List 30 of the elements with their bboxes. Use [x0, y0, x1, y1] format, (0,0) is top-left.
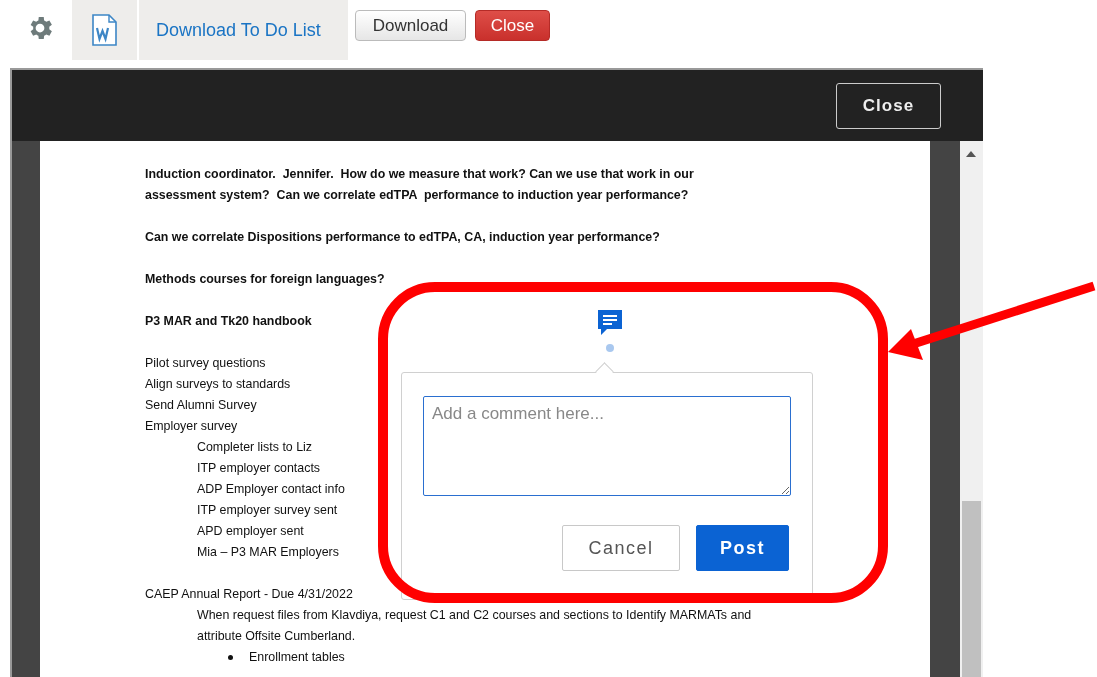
scroll-up-icon[interactable] — [966, 151, 976, 157]
close-button[interactable]: Close — [475, 10, 550, 41]
list-item: ADP Employer contact info — [197, 481, 345, 498]
anchor-dot — [606, 344, 614, 352]
download-button[interactable]: Download — [355, 10, 466, 41]
bullet-icon — [228, 655, 233, 660]
list-item: Enrollment tables — [249, 649, 345, 666]
list-item: ITP employer survey sent — [197, 502, 338, 519]
scrollbar[interactable] — [960, 141, 983, 677]
post-button[interactable]: Post — [696, 525, 789, 571]
close-button[interactable]: Close — [836, 82, 941, 129]
list-item: CAEP Annual Report - Due 4/31/2022 — [145, 586, 353, 603]
cancel-button[interactable]: Cancel — [562, 525, 680, 571]
list-item: ITP employer contacts — [197, 460, 321, 477]
paragraph: Can we correlate Dispositions performance to edTPA, CA, induction year performance? — [145, 229, 660, 246]
list-item: When request files from Klavdiya, request C1 and C2 courses and sections to Identify MARMATs and attribute Offsite Cumberland. — [197, 607, 753, 645]
list-item: Align surveys to standards — [145, 376, 291, 393]
list-item: Employer survey — [145, 418, 238, 435]
list-item: Completer lists to Liz — [197, 439, 312, 456]
list-item: Mia – P3 MAR Employers — [197, 544, 339, 561]
list-item: Pilot survey questions — [145, 355, 266, 372]
paragraph: Methods courses for foreign languages? — [145, 271, 385, 288]
paragraph: Induction coordinator. Jennifer. How do we measure that work? Can we use that work in our assessment system? Can we correlate edTPA performance to induction year performance? — [145, 166, 695, 204]
comment-icon[interactable] — [596, 309, 624, 336]
comment-field[interactable]: Add a comment here... — [423, 396, 791, 496]
paragraph: P3 MAR and Tk20 handbook — [145, 313, 312, 330]
list-item: Send Alumni Survey — [145, 397, 257, 414]
list-item: APD employer sent — [197, 523, 304, 540]
scrollbar-thumb[interactable] — [962, 501, 981, 677]
word-document-icon[interactable] — [91, 14, 118, 46]
